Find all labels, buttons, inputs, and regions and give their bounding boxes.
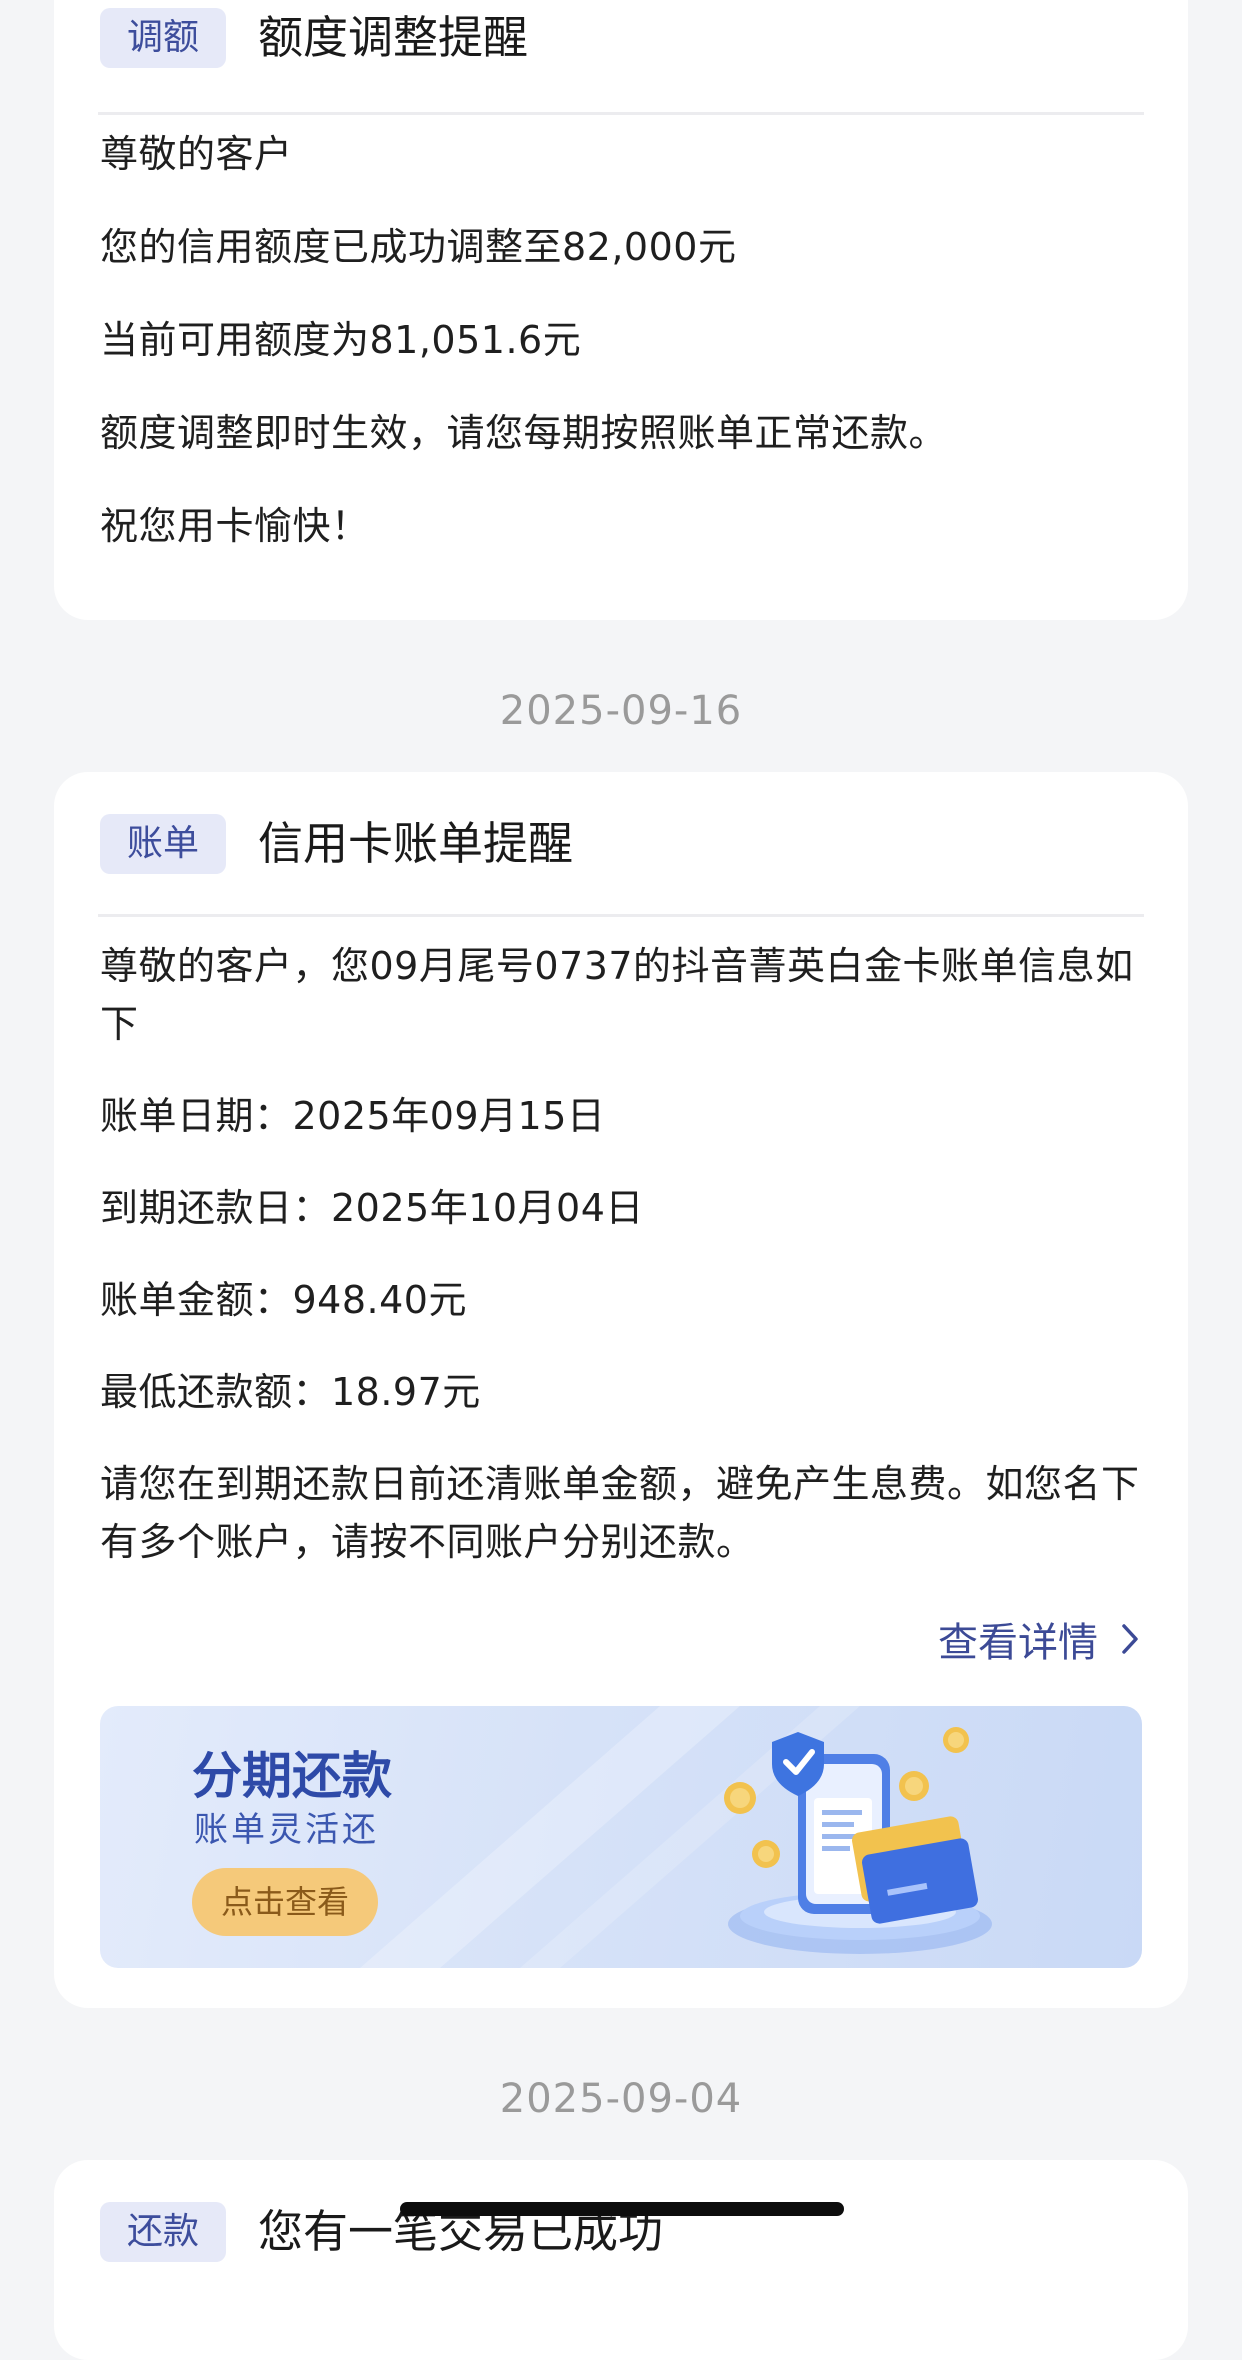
payment-illustration-icon [724, 1727, 992, 1954]
message-line: 账单金额：948.40元 [100, 1278, 467, 1322]
view-details-label: 查看详情 [938, 1620, 1098, 1666]
card-header: 账单 信用卡账单提醒 [98, 772, 1144, 917]
card-body: 尊敬的客户 您的信用额度已成功调整至82,000元 当前可用额度为81,051.… [54, 115, 1188, 555]
message-line: 祝您用卡愉快！ [100, 504, 370, 548]
message-line: 最低还款额：18.97元 [100, 1370, 481, 1414]
category-tag: 调额 [100, 8, 226, 68]
banner-view-button[interactable]: 点击查看 [192, 1868, 378, 1936]
card-body: 尊敬的客户，您09月尾号0737的抖音菁英白金卡账单信息如下 账单日期：2025… [54, 917, 1188, 1571]
message-line: 您的信用额度已成功调整至82,000元 [100, 225, 737, 269]
quota-adjust-card[interactable]: 调额 额度调整提醒 尊敬的客户 您的信用额度已成功调整至82,000元 当前可用… [54, 0, 1188, 620]
card-title: 额度调整提醒 [258, 11, 529, 64]
home-indicator[interactable] [400, 2202, 844, 2216]
installment-banner[interactable]: 分期还款 账单灵活还 点击查看 [100, 1706, 1142, 1968]
card-header: 还款 您有一笔交易已成功 [98, 2160, 1144, 2274]
repayment-card[interactable]: 还款 您有一笔交易已成功 [54, 2160, 1188, 2360]
date-separator: 2025-09-16 [499, 688, 743, 734]
banner-subtitle: 账单灵活还 [194, 1810, 379, 1850]
category-tag: 账单 [100, 814, 226, 874]
card-header: 调额 额度调整提醒 [98, 0, 1144, 115]
card-title: 信用卡账单提醒 [258, 817, 574, 870]
message-line: 额度调整即时生效，请您每期按照账单正常还款。 [100, 411, 948, 455]
message-line: 到期还款日：2025年10月04日 [100, 1186, 644, 1230]
chevron-right-icon [1122, 1624, 1138, 1654]
message-line: 账单日期：2025年09月15日 [100, 1094, 606, 1138]
bill-reminder-card[interactable]: 账单 信用卡账单提醒 尊敬的客户，您09月尾号0737的抖音菁英白金卡账单信息如… [54, 772, 1188, 2008]
banner-title: 分期还款 [192, 1746, 392, 1805]
message-line: 尊敬的客户，您09月尾号0737的抖音菁英白金卡账单信息如下 [100, 944, 1134, 1046]
category-tag: 还款 [100, 2202, 226, 2262]
date-separator: 2025-09-04 [499, 2076, 743, 2122]
view-details-link[interactable]: 查看详情 [938, 1610, 1140, 1668]
message-line: 尊敬的客户 [100, 132, 293, 176]
message-line: 当前可用额度为81,051.6元 [100, 318, 582, 362]
message-line: 请您在到期还款日前还清账单金额，避免产生息费。如您名下有多个账户，请按不同账户分… [100, 1462, 1140, 1564]
